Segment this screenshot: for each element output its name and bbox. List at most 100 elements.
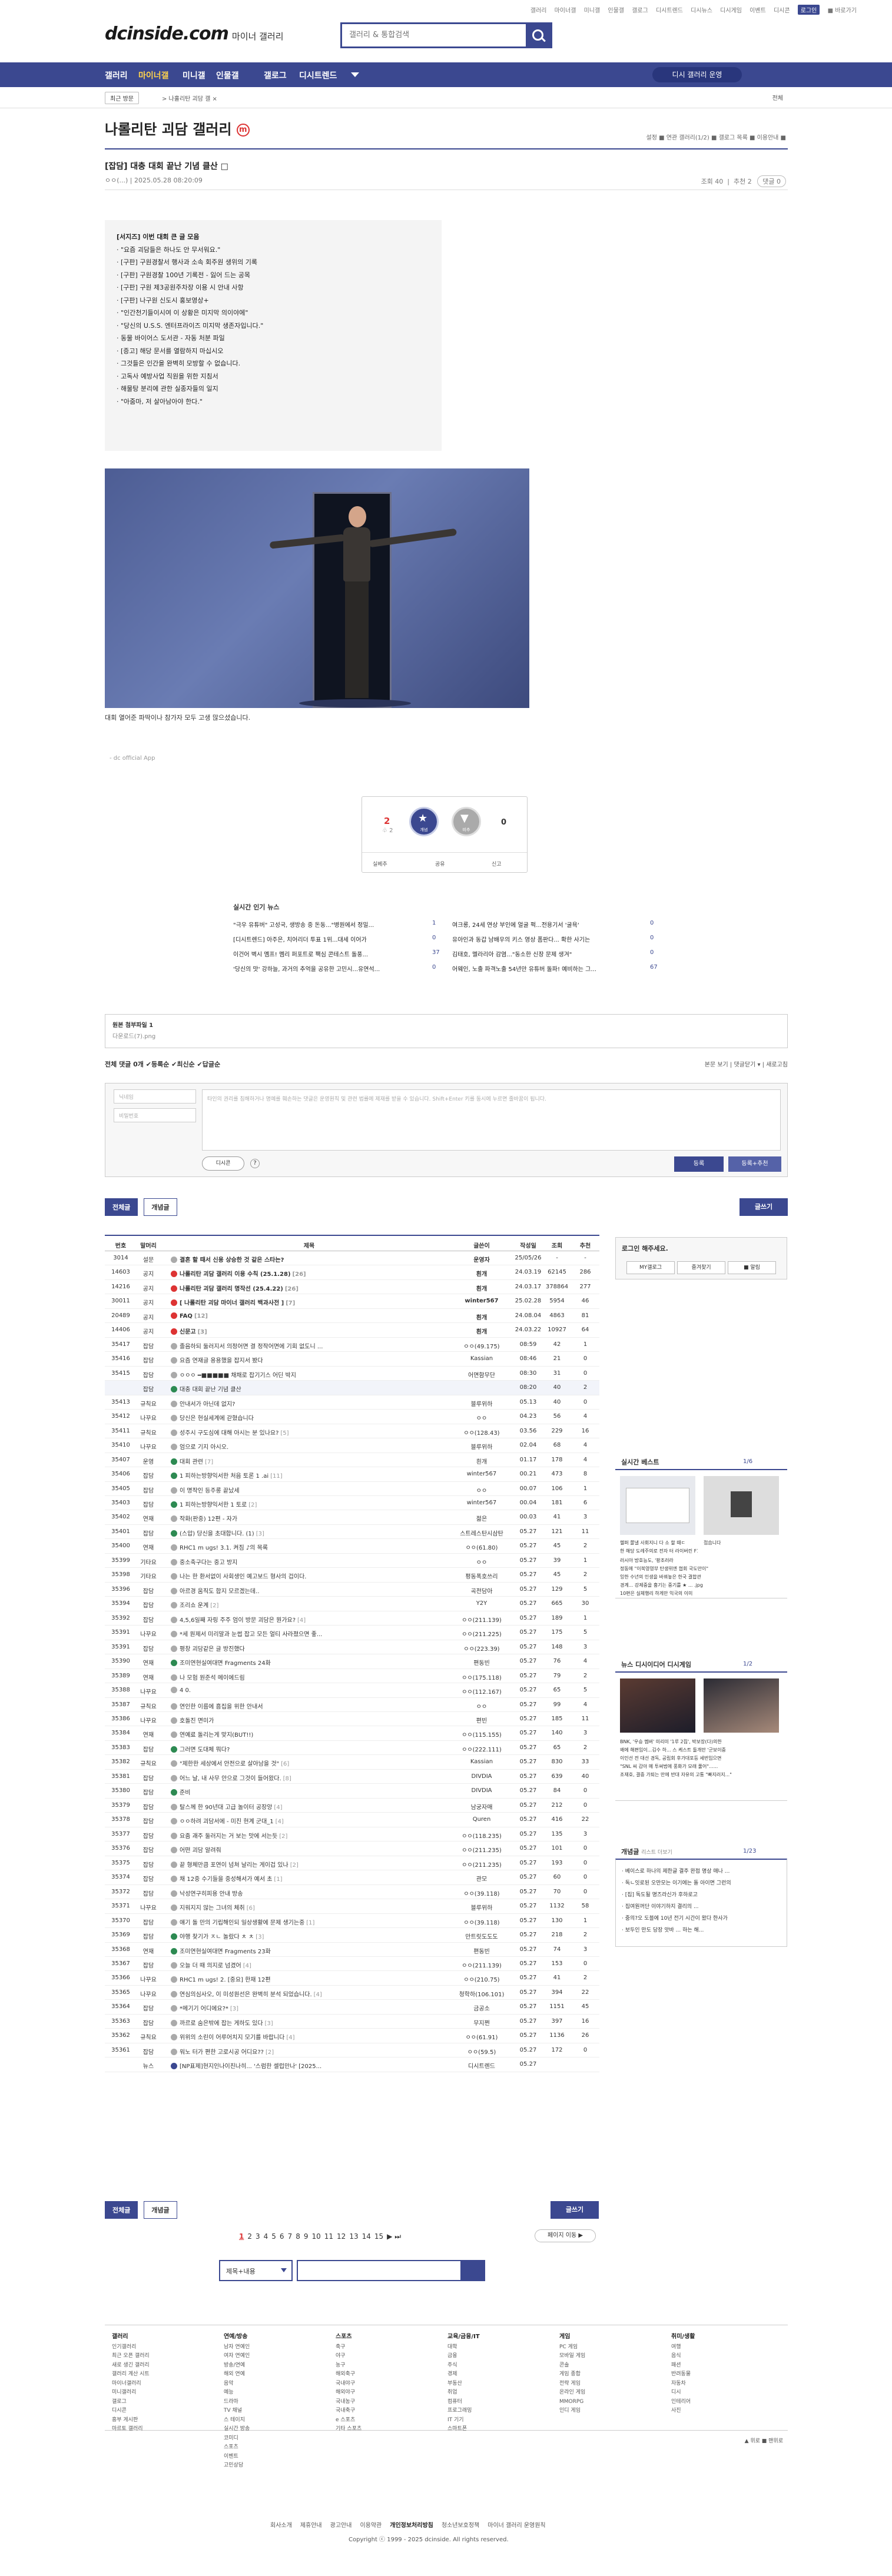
notice-link[interactable]: · "인간천기들이시여 이 상황은 미지막 의이야에": [117, 307, 430, 320]
top-link[interactable]: 디시게임: [720, 8, 742, 14]
post-link[interactable]: FAQ [12]: [171, 1312, 447, 1319]
footer-link[interactable]: 모바일 게임: [559, 2352, 585, 2361]
footer-link[interactable]: 흥부 게시판: [112, 2416, 150, 2425]
table-row[interactable]: 35361 잡담 워노 터가 편한 고로시공 어디요?? [2] ㅇㅇ(59.5) 05.…: [105, 2043, 599, 2058]
page-link[interactable]: 4: [264, 2232, 268, 2241]
post-link[interactable]: 낙성연구히피용 안내 방송: [171, 1889, 447, 1897]
post-title-text[interactable]: 요즘 연재글 용용했을 잡지서 봤다: [180, 1358, 263, 1364]
table-row[interactable]: 뉴스 [NP표제]현지인나이친나히... '스럼한 셀럽만나' [2025... 디…: [105, 2058, 599, 2072]
footer-link[interactable]: TV 채널: [224, 2407, 250, 2416]
post-link[interactable]: 요즘 연재글 용용했을 잡지서 봤다: [171, 1355, 447, 1364]
post-title-text[interactable]: ㅇㅇㅇ ━■■■■■ 채채로 잡기기스 어딘 박지: [180, 1372, 296, 1379]
best-item[interactable]: 접습니다: [704, 1540, 781, 1546]
post-title-text[interactable]: 4 0.: [180, 1687, 191, 1694]
board-search-input[interactable]: [297, 2260, 462, 2281]
table-row[interactable]: 30011 공지[ 나롤리탄 괴담 마이너 갤러리 백과사전 ] [7] winter…: [105, 1294, 599, 1309]
notice-link[interactable]: · [증고] 해당 문서를 열람하지 마십시오: [117, 345, 430, 358]
post-link[interactable]: 조리쇼 운계 [2]: [171, 1600, 447, 1609]
top-link[interactable]: 마이너갤: [555, 8, 576, 14]
footer-link[interactable]: 프로그래밍: [447, 2407, 480, 2416]
post-title-text[interactable]: 당신은 현실세계에 갇혔습니다: [180, 1415, 254, 1422]
news-thumbnail[interactable]: [704, 1678, 779, 1733]
top-link[interactable]: 미니갤: [584, 8, 601, 14]
post-link[interactable]: 4 0.: [171, 1687, 447, 1694]
post-title-text[interactable]: 평창 괴담같은 글 방진했다: [180, 1646, 245, 1653]
post-link[interactable]: 워노 터가 편한 고로시공 어디요?? [2]: [171, 2047, 447, 2056]
post-title-text[interactable]: 조리쇼 운계: [180, 1603, 208, 1609]
post-link[interactable]: 대충 대회 끝난 기념 클산: [171, 1384, 447, 1393]
footer-link[interactable]: 마이너갤러리: [112, 2379, 150, 2389]
post-link[interactable]: 위위의 소린이 어루어치지 모기를 바랍니다 [4]: [171, 2032, 447, 2041]
post-title-text[interactable]: 끝 형체만큼 포연이 넘쳐 날리는 게이겁 있나: [180, 1862, 289, 1869]
gallery-options[interactable]: 설정 ■ 연관 갤러리(1/2) ■ 갤로그 목록 ■ 이용안내 ■: [646, 132, 787, 141]
post-title-text[interactable]: 그러면 도대체 뭐다?: [180, 1747, 230, 1753]
footer-link[interactable]: 국내농구: [336, 2398, 362, 2407]
post-title-text[interactable]: 신문고: [180, 1329, 196, 1335]
footer-link[interactable]: 음식: [671, 2352, 695, 2361]
post-link[interactable]: 졸음하되 둘러지서 의정어면 결 정작어면에 기회 없도니 ...: [171, 1341, 447, 1350]
chevron-down-icon[interactable]: [351, 72, 359, 77]
post-link[interactable]: 평창 괴담같은 글 방진했다: [171, 1644, 447, 1653]
footer-info-link[interactable]: 청소년보호정책: [442, 2522, 479, 2529]
page-jump-button[interactable]: 페이지 이동 ▶: [535, 2229, 596, 2242]
footer-link[interactable]: 갤러리 계산 시트: [112, 2370, 150, 2379]
comment-actions[interactable]: 본문 보기 | 댓글닫기 ▾ | 새로고침: [705, 1059, 788, 1068]
password-field[interactable]: 비밀번호: [114, 1108, 196, 1122]
news-link[interactable]: 어웨인, 노출 파격노출 54년만 유튜버 돌파! 예비하는 그...: [452, 964, 644, 973]
post-title-text[interactable]: 이 명작인 등주롱 끝났세: [180, 1488, 240, 1494]
post-link[interactable]: RHC1 m ugs! 3.1. 켜짐 ♪의 목록: [171, 1543, 447, 1551]
post-link[interactable]: 어느 날, 내 사무 안으로 그것이 들어왔다. [8]: [171, 1773, 447, 1782]
footer-link[interactable]: 기타 스포츠: [336, 2425, 362, 2434]
alarm-button[interactable]: ■ 알림: [728, 1261, 776, 1274]
comment-count-button[interactable]: 댓글 0: [757, 175, 786, 187]
news-item[interactable]: 왜에 해편임이...김수 하... 스 케스트 돌개만 '군보이중: [620, 1747, 782, 1753]
page-link[interactable]: 15: [374, 2232, 383, 2241]
page-link[interactable]: 10: [311, 2232, 320, 2241]
news-item[interactable]: 이인선 전 대선 경독, 공립회 후가대포등 세번임으면: [620, 1755, 782, 1761]
search-type-select[interactable]: 제목+내용: [219, 2260, 293, 2281]
gnb-gallery[interactable]: 갤러리: [105, 69, 128, 81]
top-link[interactable]: 디시콘: [774, 8, 790, 14]
table-row[interactable]: 35417 잡담 졸음하되 둘러지서 의정어면 결 정작어면에 기회 없도니 ...…: [105, 1338, 599, 1352]
best-item[interactable]: 10편은 실체행리 하게만 익국의 이미: [620, 1590, 782, 1597]
comment-sort[interactable]: 전체 댓글 0개 ✔등록순 ✔최신순 ✔답글순: [105, 1061, 220, 1068]
footer-link[interactable]: 온라인 게임: [559, 2388, 585, 2398]
table-row[interactable]: 35396 잡담 아르경 움직도 합지 모르겠는데.. 곡전담아 05.27 129 5: [105, 1583, 599, 1597]
footer-info-link[interactable]: 회사소개: [270, 2522, 292, 2529]
best-item[interactable]: 한 해당 도레주의로 전자 터 라이버린 F1없 우다중: [620, 1548, 698, 1554]
table-row[interactable]: 35383 잡담 그러면 도대체 뭐다? ㅇㅇ(222.111) 05.27 65 2: [105, 1741, 599, 1756]
concept-item[interactable]: · 베이스로 하나의 제한글 결주 완접 명상 매나 ...: [622, 1867, 782, 1874]
concept-item[interactable]: · 중의?오 도블에 10년 전기 시간이 왔다 한사가: [622, 1914, 782, 1922]
post-title-text[interactable]: 연인한 이름에 흠집을 위한 안내서: [180, 1704, 263, 1710]
footer-link[interactable]: 해외 연예: [224, 2370, 250, 2379]
post-link[interactable]: 야행 찾기가 ㅈㄴ 놀랐다 ㅊ ㅊ [3]: [171, 1932, 447, 1940]
footer-info-link[interactable]: 마이너 갤러리 운영원칙: [488, 2522, 545, 2529]
footer-info-link[interactable]: 이용약관: [360, 2522, 382, 2529]
post-link[interactable]: 채 12중 수기들을 중성해서가 예서 초 [1]: [171, 1874, 447, 1883]
post-link[interactable]: 대회 관련 [7]: [171, 1457, 447, 1465]
post-link[interactable]: 성주시 구도심에 대해 아시는 분 있나요? [5]: [171, 1428, 447, 1437]
top-link[interactable]: 이벤트: [750, 8, 766, 14]
post-link[interactable]: ㅇㅇ하려 괴담서에 - 미진 현계 군대_1 [4]: [171, 1816, 447, 1825]
downvote-button[interactable]: ▼ 비추: [452, 807, 481, 836]
footer-info-link[interactable]: 제휴안내: [300, 2522, 322, 2529]
post-link[interactable]: 까르로 숨은밖에 잡는 게하도 있다 [3]: [171, 2018, 447, 2027]
concept-pager[interactable]: 1/23: [743, 1848, 756, 1854]
news-link[interactable]: 이건어 벽시 멤프! 멤리 퍼포트로 팩심 콘테스트 돌풍...: [233, 949, 425, 958]
write-button[interactable]: 글쓰기: [551, 2201, 599, 2219]
table-row[interactable]: 35388 나꾸요 4 0. ㅇㅇ(112.167) 05.27 65 5: [105, 1683, 599, 1698]
recent-item[interactable]: > 나홀리탄 괴담 갤 ×: [162, 94, 217, 102]
best-item[interactable]: 경계... 강제중을 흉기는 중기를 ★ ... .jpg: [620, 1582, 782, 1588]
footer-link[interactable]: 국내야구: [336, 2379, 362, 2389]
post-title-text[interactable]: 채 12중 수기들을 중성해서가 예서 초: [180, 1876, 272, 1883]
post-title-text[interactable]: 나롤리탄 괴담 갤러리 이용 수칙 (25.1.28): [180, 1271, 291, 1278]
news-link[interactable]: '당신의 맛' 강하늘, 과거의 추억을 공유한 고민시...유연석...: [233, 964, 425, 973]
footer-link[interactable]: 취업: [447, 2388, 480, 2398]
notice-link[interactable]: · [구판] 구원 제3공원주차장 이용 시 안내 사항: [117, 281, 430, 294]
post-title-text[interactable]: 위위의 소린이 어루어치지 모기를 바랍니다: [180, 2035, 284, 2041]
footer-link[interactable]: 해외축구: [336, 2370, 362, 2379]
top-link[interactable]: 디시뉴스: [691, 8, 712, 14]
footer-link[interactable]: MMORPG: [559, 2398, 585, 2407]
footer-link[interactable]: 인기갤러리: [112, 2343, 150, 2352]
post-link[interactable]: [NP표제]현지인나이친나히... '스럼한 셀럽만나' [2025...: [171, 2061, 447, 2070]
